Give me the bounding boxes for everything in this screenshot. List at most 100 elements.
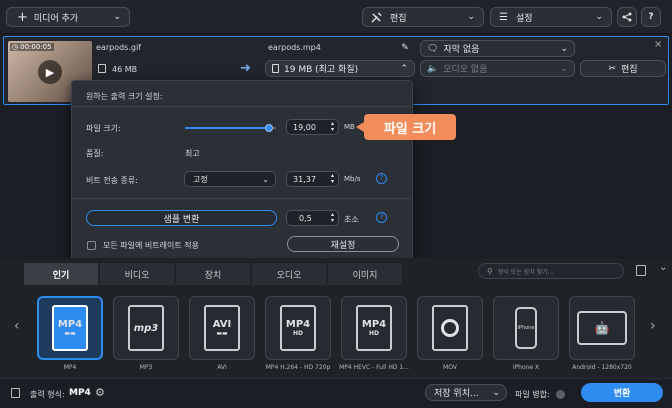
tab-video[interactable]: 비디오: [100, 263, 174, 285]
sample-help-icon[interactable]: ?: [376, 212, 387, 223]
audio-dropdown[interactable]: 🔈 오디오 없음 ⌄: [420, 60, 575, 77]
subtitle-label: 자막 없음: [443, 45, 480, 55]
search-placeholder: 형식 또는 장치 찾기...: [497, 268, 554, 276]
tab-images[interactable]: 이미지: [328, 263, 402, 285]
callout-arrow: [356, 122, 364, 132]
scroll-right-icon[interactable]: ›: [650, 318, 656, 334]
pencil-icon: ✎: [401, 42, 409, 53]
chevron-up-icon: ⌃: [400, 63, 408, 74]
output-size-label: 19 MB (최고 화질): [284, 65, 359, 75]
output-size-dropdown[interactable]: 19 MB (최고 화질) ⌃: [265, 60, 415, 77]
bitrate-unit: Mb/s: [344, 175, 361, 183]
format-card-iphone[interactable]: iPhone: [493, 296, 559, 360]
file-size-slider[interactable]: [185, 124, 276, 132]
tab-popular[interactable]: 인기: [24, 263, 98, 285]
quicktime-icon: [432, 305, 468, 351]
stepper-icon: ▴ ▾: [330, 120, 334, 133]
gear-icon[interactable]: ⚙: [95, 386, 105, 399]
edit-file-label: 편집: [620, 65, 638, 75]
reset-label: 재설정: [330, 240, 356, 251]
bitrate-input[interactable]: 31,37 ▴ ▾: [286, 171, 339, 187]
subtitle-icon: 🗨: [427, 43, 439, 54]
export-icon[interactable]: [636, 265, 646, 276]
chevron-down-icon: ⌄: [492, 387, 500, 398]
sliders-icon: ☰: [499, 11, 508, 23]
help-button[interactable]: ?: [641, 7, 661, 27]
format-card-mov[interactable]: [417, 296, 483, 360]
time-badge: ◷ 00:00:05: [10, 43, 54, 51]
subtitle-dropdown[interactable]: 🗨 자막 없음 ⌄: [420, 40, 575, 57]
output-format-value: MP4: [69, 388, 91, 398]
question-icon: ?: [648, 12, 654, 22]
file-size-value: 19,00: [293, 122, 316, 132]
rename-button[interactable]: ✎: [395, 40, 415, 55]
arrow-icon: ➜: [240, 61, 251, 76]
source-file-icon: [98, 64, 106, 73]
quality-value: 최고: [185, 149, 200, 158]
duration-text: 00:00:05: [20, 43, 52, 51]
edit-file-button[interactable]: ✂ 편집: [580, 60, 666, 77]
sample-convert-label: 샘플 변환: [163, 214, 200, 225]
tab-devices[interactable]: 장치: [176, 263, 250, 285]
format-card-avi[interactable]: AVI ▬▬: [189, 296, 255, 360]
file-size-input[interactable]: 19,00 ▴ ▾: [286, 119, 339, 135]
tools-icon: ✂: [608, 63, 616, 74]
sample-duration-input[interactable]: 0,5 ▴ ▾: [286, 210, 339, 226]
edit-menu-button[interactable]: 편집 ⌄: [362, 7, 484, 27]
format-label-mp3: MP3: [139, 364, 153, 371]
save-to-label: 저장 위치...: [434, 389, 479, 399]
android-icon: 🤖: [577, 311, 627, 345]
mp4-hd-icon: MP4 HD: [280, 305, 316, 351]
convert-button[interactable]: 변환: [581, 383, 663, 402]
sample-duration-unit: 초소: [344, 215, 359, 224]
bitrate-type-select[interactable]: 고정 ⌄: [184, 171, 276, 187]
clock-icon: ◷: [12, 43, 19, 51]
stepper-icon: ▴ ▾: [330, 172, 334, 185]
collapse-chevron-icon[interactable]: ⌄: [659, 262, 667, 273]
quality-label: 품질:: [86, 149, 104, 158]
play-icon[interactable]: ▶: [38, 60, 62, 84]
scroll-left-icon[interactable]: ‹: [14, 318, 20, 334]
merge-toggle[interactable]: [556, 390, 565, 399]
save-to-dropdown[interactable]: 저장 위치... ⌄: [425, 384, 507, 401]
settings-menu-button[interactable]: ☰ 설정 ⌄: [490, 7, 612, 27]
format-card-android[interactable]: 🤖: [569, 296, 635, 360]
avi-icon: AVI ▬▬: [204, 305, 240, 351]
sample-convert-button[interactable]: 샘플 변환: [86, 210, 277, 226]
reset-button[interactable]: 재설정: [287, 236, 399, 252]
popup-divider: [72, 198, 412, 199]
bitrate-label: 비트 전송 종류:: [86, 176, 138, 185]
format-label-mp4-720p: MP4 H.264 - HD 720p: [265, 364, 331, 371]
mp4-hevc-icon: MP4 HD: [356, 305, 392, 351]
slider-thumb[interactable]: [264, 124, 273, 132]
top-toolbar: + 미디어 추가 ⌄ 편집 ⌄ ☰ 설정 ⌄ ?: [0, 0, 672, 34]
format-card-mp4[interactable]: MP4 ▬▬: [37, 296, 103, 360]
chevron-down-icon: ⌄: [595, 12, 603, 22]
bitrate-help-icon[interactable]: ?: [376, 173, 387, 184]
tools-icon: [371, 11, 382, 23]
tab-audio[interactable]: 오디오: [252, 263, 326, 285]
search-box[interactable]: ⚲ 형식 또는 장치 찾기...: [478, 263, 624, 279]
popup-title: 원하는 출력 크기 설정:: [86, 92, 163, 101]
apply-all-checkbox[interactable]: [87, 241, 96, 250]
format-label-iphone: iPhone X: [512, 364, 540, 371]
callout-text: 파일 크기: [383, 121, 437, 137]
format-card-mp3[interactable]: mp3: [113, 296, 179, 360]
bitrate-type-value: 고정: [193, 174, 208, 184]
chevron-down-icon: ⌄: [113, 12, 121, 22]
slider-fill: [185, 127, 269, 129]
format-label-mov: MOV: [443, 364, 457, 371]
merge-label: 파일 병합:: [515, 390, 550, 399]
source-size: 46 MB: [112, 65, 138, 74]
format-card-mp4-720p[interactable]: MP4 HD: [265, 296, 331, 360]
apply-all-label: 모든 파일에 비트레이트 적용: [103, 241, 199, 250]
remove-file-icon[interactable]: ×: [654, 39, 662, 50]
mp3-icon: mp3: [128, 305, 164, 351]
add-media-button[interactable]: + 미디어 추가 ⌄: [6, 7, 130, 27]
format-card-mp4-hevc[interactable]: MP4 HD: [341, 296, 407, 360]
file-size-label: 파일 크기:: [86, 124, 121, 133]
chevron-down-icon: ⌄: [467, 12, 475, 22]
popup-divider: [72, 106, 412, 107]
bitrate-value: 31,37: [293, 174, 316, 184]
share-button[interactable]: [617, 7, 637, 27]
